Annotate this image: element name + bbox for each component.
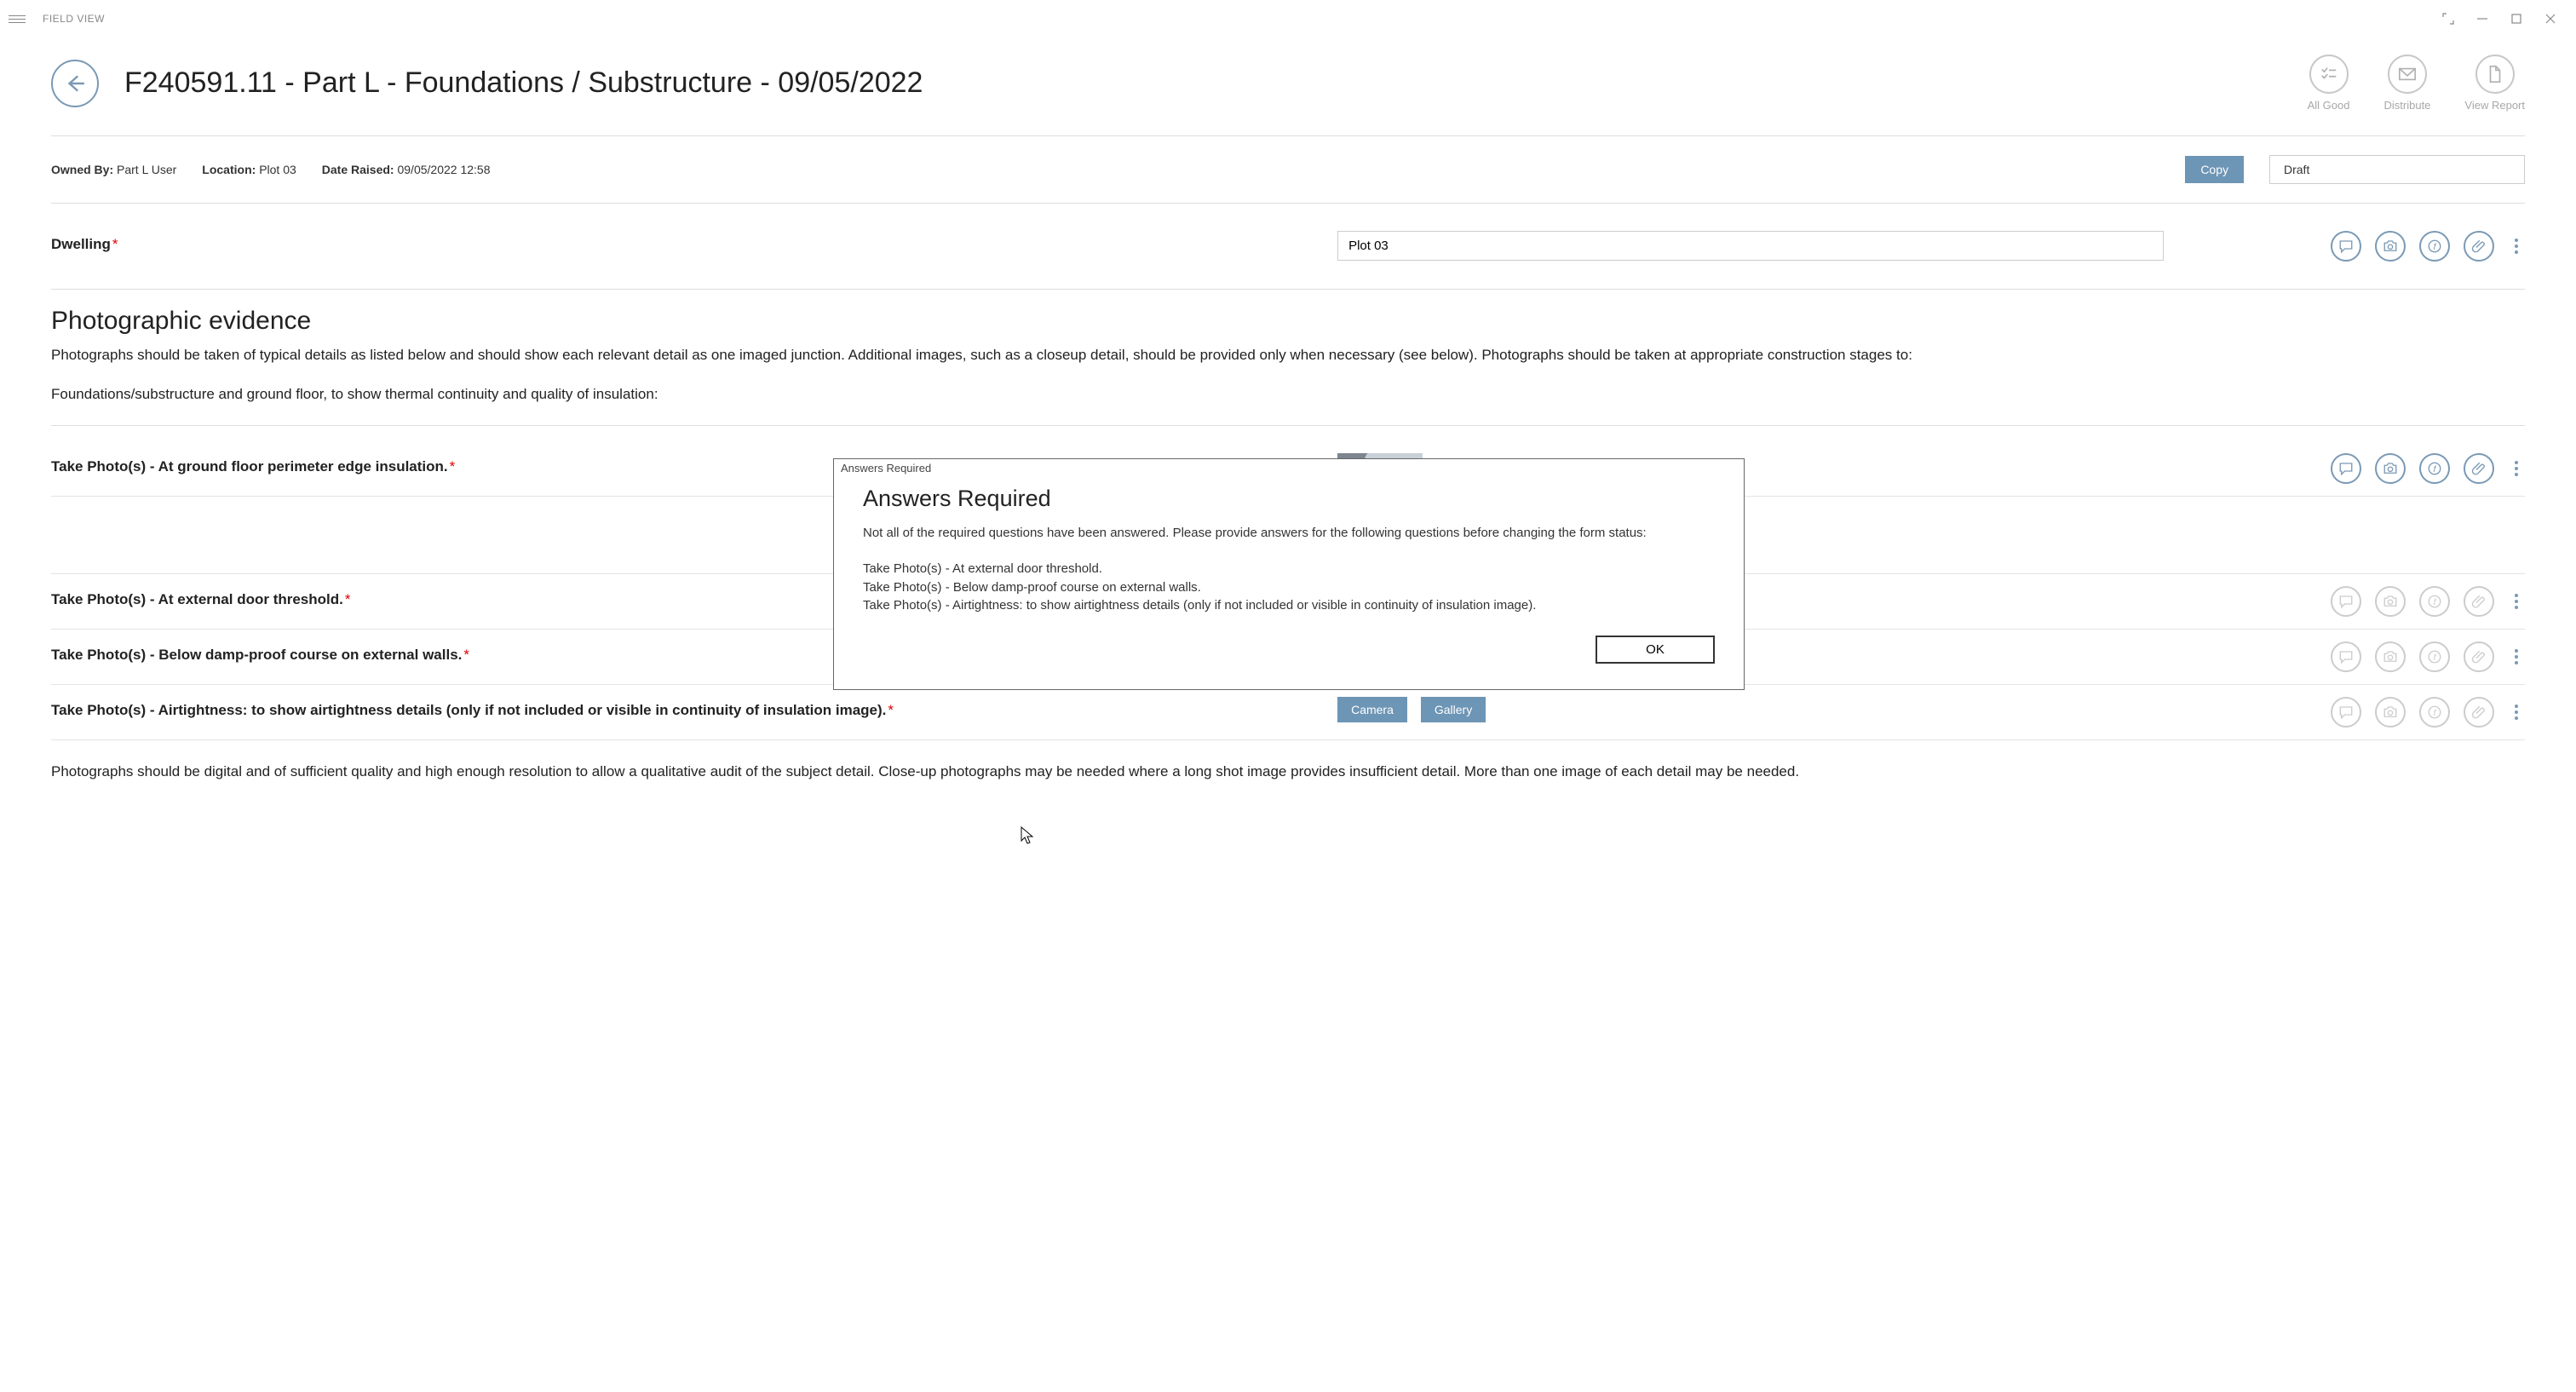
window-titlebar: FIELD VIEW xyxy=(0,0,2576,37)
location-label: Location: xyxy=(202,163,256,176)
view-report-label: View Report xyxy=(2464,99,2525,112)
view-report-button[interactable]: View Report xyxy=(2464,55,2525,112)
owned-by-label: Owned By: xyxy=(51,163,113,176)
dwelling-label: Dwelling xyxy=(51,236,111,252)
app-title: FIELD VIEW xyxy=(43,13,105,25)
page-header: F240591.11 - Part L - Foundations / Subs… xyxy=(51,37,2525,120)
distribute-button[interactable]: Distribute xyxy=(2384,55,2431,112)
info-icon[interactable]: f xyxy=(2419,453,2450,484)
expand-icon[interactable] xyxy=(2431,6,2465,32)
attachment-icon[interactable] xyxy=(2464,586,2494,617)
info-icon[interactable]: f xyxy=(2419,231,2450,262)
minimize-icon[interactable] xyxy=(2465,6,2499,32)
svg-text:f: f xyxy=(2434,464,2437,475)
camera-icon[interactable] xyxy=(2375,453,2406,484)
hamburger-icon[interactable] xyxy=(9,10,26,27)
more-icon[interactable] xyxy=(2508,641,2525,672)
close-icon[interactable] xyxy=(2533,6,2567,32)
dialog-heading: Answers Required xyxy=(863,486,1715,512)
dwelling-row: Dwelling* f xyxy=(51,219,2525,273)
back-button[interactable] xyxy=(51,60,99,107)
q2-label: Take Photo(s) - At external door thresho… xyxy=(51,591,343,607)
camera-icon[interactable] xyxy=(2375,586,2406,617)
dialog-item-2: Take Photo(s) - Below damp-proof course … xyxy=(863,578,1715,597)
report-icon xyxy=(2475,55,2515,94)
svg-text:f: f xyxy=(2434,597,2437,607)
all-good-button[interactable]: All Good xyxy=(2308,55,2350,112)
ok-button[interactable]: OK xyxy=(1596,636,1715,664)
question-row-4: Take Photo(s) - Airtightness: to show ai… xyxy=(51,685,2525,740)
attachment-icon[interactable] xyxy=(2464,641,2494,672)
attachment-icon[interactable] xyxy=(2464,453,2494,484)
camera-icon[interactable] xyxy=(2375,641,2406,672)
more-icon[interactable] xyxy=(2508,586,2525,617)
status-select[interactable]: Draft xyxy=(2269,155,2525,184)
copy-button[interactable]: Copy xyxy=(2185,156,2244,183)
owned-by-value: Part L User xyxy=(117,163,176,176)
attachment-icon[interactable] xyxy=(2464,697,2494,728)
more-icon[interactable] xyxy=(2508,231,2525,262)
camera-icon[interactable] xyxy=(2375,231,2406,262)
svg-text:f: f xyxy=(2434,242,2437,252)
gallery-button[interactable]: Gallery xyxy=(1421,697,1486,722)
q4-label: Take Photo(s) - Airtightness: to show ai… xyxy=(51,702,886,718)
location-value: Plot 03 xyxy=(259,163,296,176)
distribute-label: Distribute xyxy=(2384,99,2431,112)
svg-text:f: f xyxy=(2434,708,2437,718)
dialog-titlebar: Answers Required xyxy=(834,459,1744,477)
attachment-icon[interactable] xyxy=(2464,231,2494,262)
section-intro: Photographs should be taken of typical d… xyxy=(51,344,2525,366)
footer-text: Photographs should be digital and of suf… xyxy=(51,761,2525,783)
dialog-item-1: Take Photo(s) - At external door thresho… xyxy=(863,560,1715,578)
maximize-icon[interactable] xyxy=(2499,6,2533,32)
svg-text:f: f xyxy=(2434,653,2437,663)
more-icon[interactable] xyxy=(2508,453,2525,484)
comment-icon[interactable] xyxy=(2331,453,2361,484)
meta-row: Owned By: Part L User Location: Plot 03 … xyxy=(51,152,2525,187)
answers-required-dialog: Answers Required Answers Required Not al… xyxy=(833,458,1745,690)
cursor-icon xyxy=(1021,826,1034,848)
camera-icon[interactable] xyxy=(2375,697,2406,728)
comment-icon[interactable] xyxy=(2331,641,2361,672)
date-raised-value: 09/05/2022 12:58 xyxy=(397,163,490,176)
comment-icon[interactable] xyxy=(2331,586,2361,617)
checklist-icon xyxy=(2309,55,2349,94)
info-icon[interactable]: f xyxy=(2419,641,2450,672)
dialog-question-list: Take Photo(s) - At external door thresho… xyxy=(863,560,1715,615)
info-icon[interactable]: f xyxy=(2419,586,2450,617)
all-good-label: All Good xyxy=(2308,99,2350,112)
dialog-item-3: Take Photo(s) - Airtightness: to show ai… xyxy=(863,596,1715,615)
comment-icon[interactable] xyxy=(2331,231,2361,262)
more-icon[interactable] xyxy=(2508,697,2525,728)
section-title: Photographic evidence xyxy=(51,307,2525,336)
info-icon[interactable]: f xyxy=(2419,697,2450,728)
dwelling-input[interactable] xyxy=(1337,231,2164,261)
q3-label: Take Photo(s) - Below damp-proof course … xyxy=(51,647,462,663)
section-sub: Foundations/substructure and ground floo… xyxy=(51,383,2525,406)
page-title: F240591.11 - Part L - Foundations / Subs… xyxy=(124,66,2308,100)
q1-label: Take Photo(s) - At ground floor perimete… xyxy=(51,458,448,475)
dialog-message: Not all of the required questions have b… xyxy=(863,524,1715,543)
comment-icon[interactable] xyxy=(2331,697,2361,728)
date-raised-label: Date Raised: xyxy=(322,163,394,176)
envelope-icon xyxy=(2388,55,2427,94)
camera-button[interactable]: Camera xyxy=(1337,697,1407,722)
